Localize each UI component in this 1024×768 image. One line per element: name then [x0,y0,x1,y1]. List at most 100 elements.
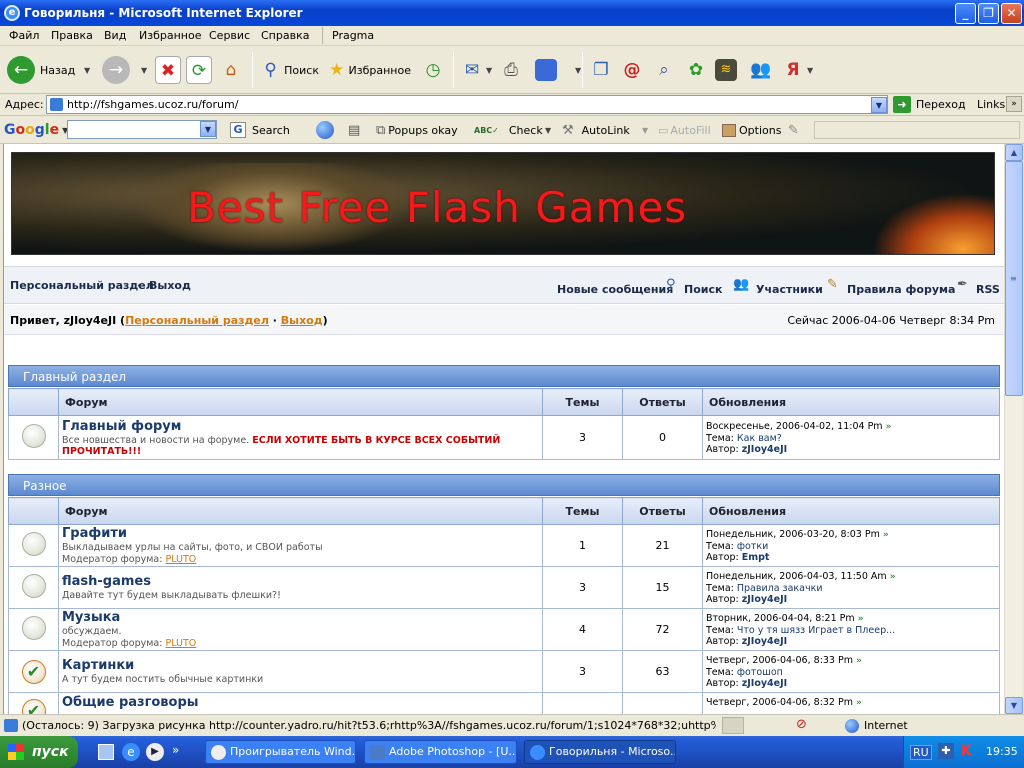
nav-rss-link[interactable]: RSS [976,283,1000,296]
links-label[interactable]: Links [977,98,1005,111]
last-author-link[interactable]: zJIoy4eJI [742,636,787,647]
task-media-player[interactable]: Проигрыватель Wind... [205,740,356,764]
nav-personal-link[interactable]: Персональный раздел [10,279,154,292]
options-button[interactable]: Options [722,120,781,140]
go-button[interactable]: ➜ Переход [893,96,966,113]
last-topic-link[interactable]: Правила закачки [737,583,823,594]
google-site-search-button[interactable] [316,120,334,140]
clock[interactable]: 19:35 [986,745,1018,758]
forum-name-link[interactable]: Общие разговоры [62,695,542,710]
last-author-link[interactable]: zJIoy4eJI [742,594,787,605]
last-topic-link[interactable]: фотки [737,541,768,552]
highlight-button[interactable]: ✎ [788,120,799,140]
edit-button[interactable] [530,51,570,89]
start-button[interactable]: пуск [0,736,78,768]
google-search-input[interactable]: ▼ [67,120,217,139]
menu-view[interactable]: Вид [104,29,126,42]
winamp-button[interactable]: ≋ [714,51,742,89]
forum-name-link[interactable]: Музыка [62,610,542,625]
back-button[interactable]: ← Назад [6,51,82,89]
go-to-post-icon[interactable]: » [858,614,864,624]
task-internet-explorer[interactable]: Говорильня - Microso... [524,740,676,764]
check-dropdown[interactable]: ▼ [545,120,551,140]
quicklaunch-chevron-icon[interactable]: » [172,743,179,757]
search-button[interactable]: ⚲ Поиск [256,51,320,89]
nav-logout-link[interactable]: Выход [149,279,191,292]
translate-button[interactable]: Я ▼ [778,51,816,89]
last-topic-link[interactable]: Как вам? [737,433,782,444]
forward-dropdown[interactable]: ▼ [140,51,150,89]
email-link-button[interactable]: @ [618,51,646,89]
menu-favorites[interactable]: Избранное [139,29,201,42]
forum-name-link[interactable]: Графити [62,526,542,541]
greeting-logout-link[interactable]: Выход [281,314,323,327]
menu-edit[interactable]: Правка [51,29,93,42]
scroll-up-button[interactable]: ▲ [1005,144,1023,161]
nav-rules-link[interactable]: Правила форума [847,283,955,296]
spell-check-button[interactable]: ABC✓ Check [474,120,543,140]
menu-file[interactable]: Файл [9,29,39,42]
close-button[interactable]: ✕ [1001,3,1022,24]
minimize-button[interactable]: _ [955,3,976,24]
google-search-dropdown[interactable]: ▼ [200,121,216,137]
network-icon[interactable]: ✚ [938,743,954,759]
last-author-link[interactable]: Empt [742,552,770,563]
moderator-link[interactable]: PLUTO [165,638,196,649]
print-button[interactable]: ⎙ [496,51,526,89]
media-player-quicklaunch-icon[interactable]: ▶ [146,743,164,761]
go-to-post-icon[interactable]: » [856,698,862,708]
forward-button[interactable]: → [101,51,131,89]
go-to-post-icon[interactable]: » [890,572,896,582]
messenger-button[interactable]: 👥 [746,51,776,89]
nav-new-posts-link[interactable]: Новые сообщения [557,283,673,296]
google-news-button[interactable]: ▤ [348,120,360,140]
forum-name-link[interactable]: Картинки [62,658,542,673]
window-titlebar[interactable]: e Говорильня - Microsoft Internet Explor… [0,0,1024,26]
mail-button[interactable]: ✉ ▼ [457,51,495,89]
moderator-link[interactable]: PLUTO [165,554,196,565]
menu-help[interactable]: Справка [261,29,309,42]
favorites-button[interactable]: ★ Избранное [324,51,412,89]
last-author-link[interactable]: zJIoy4eJI [742,444,787,455]
scrollbar-thumb[interactable]: ≡ [1005,161,1023,396]
nav-members-link[interactable]: Участники [756,283,823,296]
address-input[interactable]: http://fshgames.ucoz.ru/forum/ ▼ [46,95,888,114]
links-chevron-icon[interactable]: » [1006,96,1022,112]
restore-button[interactable]: ❐ [978,3,999,24]
autolink-button[interactable]: ⚒ AutoLink [562,120,630,140]
language-indicator[interactable]: RU [910,745,932,760]
last-author-link[interactable]: zJIoy4eJI [742,678,787,689]
show-desktop-icon[interactable] [98,744,114,760]
back-dropdown[interactable]: ▼ [83,51,95,89]
address-dropdown[interactable]: ▼ [871,97,887,113]
tray-warning-icon[interactable]: K [961,743,977,759]
home-button[interactable]: ⌂ [216,51,246,89]
copy-button[interactable]: ❐ [587,51,615,89]
menu-pragma[interactable]: Pragma [332,29,374,42]
icq-button[interactable]: ✿ [682,51,710,89]
go-to-post-icon[interactable]: » [856,656,862,666]
go-to-post-icon[interactable]: » [886,422,892,432]
last-topic-link[interactable]: фотошоп [737,667,783,678]
go-to-post-icon[interactable]: » [883,530,889,540]
forum-name-link[interactable]: Главный форум [62,419,542,434]
task-photoshop[interactable]: Adobe Photoshop - [U... [364,740,517,764]
history-button[interactable]: ◷ [418,51,448,89]
scroll-down-button[interactable]: ▼ [1005,697,1023,714]
refresh-button[interactable]: ⟳ [185,51,213,89]
forum-name-link[interactable]: flash-games [62,574,542,589]
stop-button[interactable]: ✖ [154,51,182,89]
privacy-icon[interactable]: ⊘ [796,717,807,732]
google-logo[interactable]: Google ▼ [4,120,68,140]
research-button[interactable]: ⌕ [650,51,678,89]
vertical-scrollbar[interactable]: ▲ ≡ ▼ [1004,144,1023,714]
autolink-dropdown[interactable]: ▼ [642,120,648,140]
menu-tools[interactable]: Сервис [209,29,250,42]
section-header-misc[interactable]: Разное [8,474,1000,496]
autofill-button[interactable]: ▭ AutoFill [658,120,711,140]
nav-search-link[interactable]: Поиск [684,283,722,296]
google-search-button[interactable]: G Search [230,120,290,140]
site-banner[interactable]: Best Free Flash Games [11,152,995,255]
ie-quicklaunch-icon[interactable]: e [122,743,140,761]
section-header-main[interactable]: Главный раздел [8,365,1000,387]
